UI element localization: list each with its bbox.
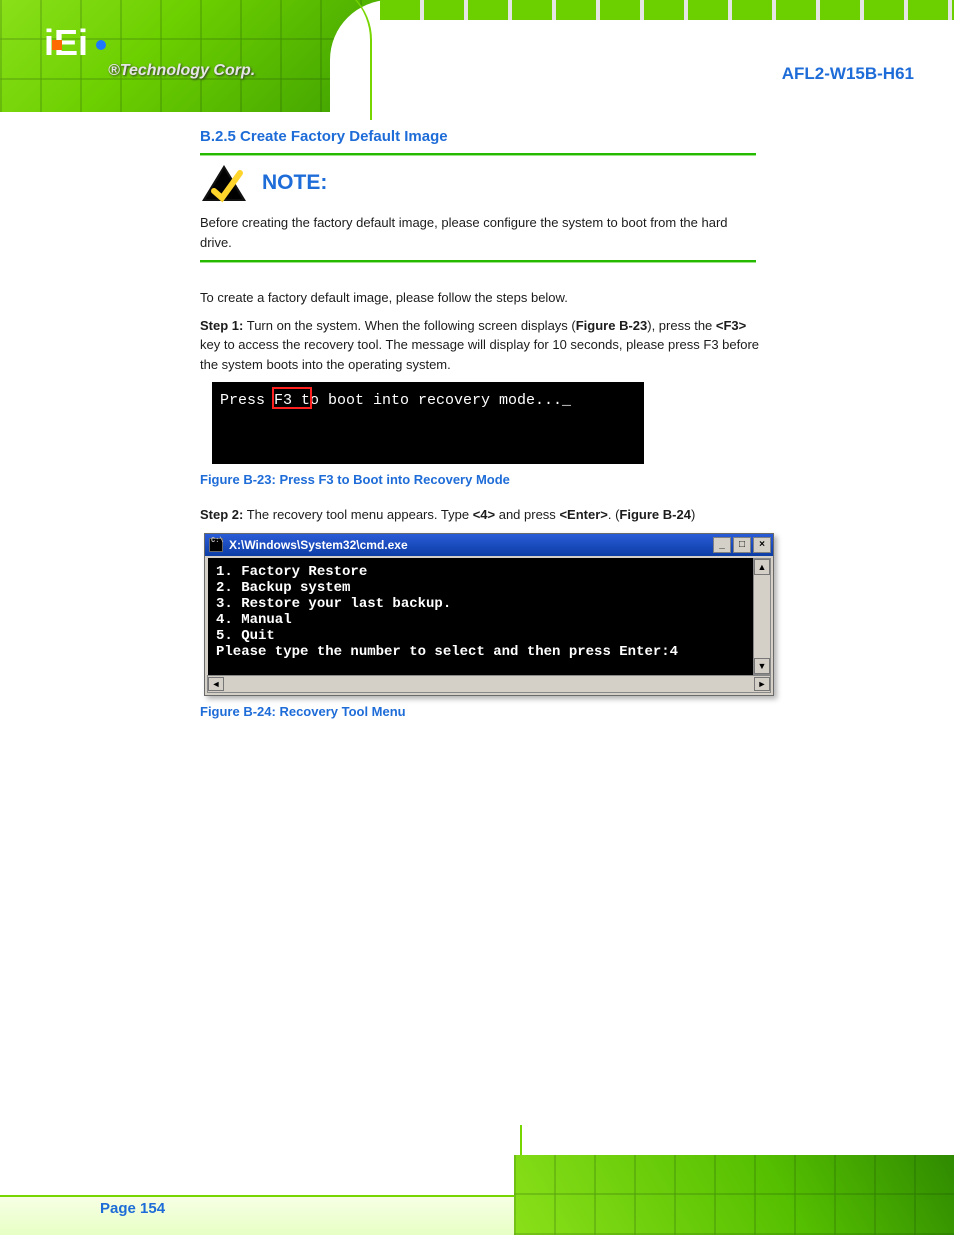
page-content: B.2.5 Create Factory Default Image NOTE:… (200, 120, 760, 737)
cmd-line: 3. Restore your last backup. (216, 596, 762, 612)
step-2: Step 2: The recovery tool menu appears. … (200, 505, 760, 525)
step-2-text-d: ) (691, 507, 695, 522)
step-2-key-enter: <Enter> (559, 507, 607, 522)
scroll-left-icon[interactable]: ◄ (208, 677, 224, 691)
circuit-pattern (514, 1155, 954, 1235)
logo-text: iEi (44, 22, 88, 63)
step-1-key-f3: <F3> (716, 318, 746, 333)
product-name: AFL2-W15B-H61 (782, 64, 914, 84)
step-1: Step 1: Turn on the system. When the fol… (200, 316, 760, 375)
scroll-down-icon[interactable]: ▼ (754, 658, 770, 674)
cmd-line: 1. Factory Restore (216, 564, 762, 580)
note-icon (200, 163, 248, 203)
cmd-line: 4. Manual (216, 612, 762, 628)
cmd-window-title: X:\Windows\System32\cmd.exe (229, 538, 408, 552)
scroll-right-icon[interactable]: ► (754, 677, 770, 691)
window-maximize-button[interactable]: □ (733, 537, 751, 553)
note-label: NOTE: (262, 163, 327, 203)
logo-dot-blue (96, 40, 106, 50)
cmd-line: 5. Quit (216, 628, 762, 644)
page-number: Page 154 (100, 1200, 165, 1217)
vertical-scrollbar[interactable]: ▲ ▼ (753, 558, 771, 675)
brand-logo: iEi (44, 22, 88, 64)
divider-top (200, 153, 756, 155)
intro-text: To create a factory default image, pleas… (200, 288, 760, 308)
brand-tagline: ®Technology Corp. (108, 62, 255, 80)
cmd-window: X:\Windows\System32\cmd.exe _ □ × 1. Fac… (204, 533, 774, 696)
step-1-text-c: key to access the recovery tool. The mes… (200, 337, 759, 372)
horizontal-scrollbar[interactable]: ◄ ► (207, 675, 771, 693)
footer-stripe (0, 1195, 540, 1235)
step-2-key-4: <4> (473, 507, 495, 522)
step-1-text-a: Turn on the system. When the following s… (247, 318, 576, 333)
step-2-text-b: and press (495, 507, 559, 522)
cmd-icon (209, 538, 223, 552)
header-stripe (380, 0, 954, 20)
step-1-figref: Figure B-23 (576, 318, 648, 333)
figure-23-caption: Figure B-23: Press F3 to Boot into Recov… (200, 472, 760, 487)
step-2-prefix: Step 2: (200, 507, 243, 522)
note-text: Before creating the factory default imag… (200, 213, 760, 252)
divider-bottom (200, 260, 756, 262)
figure-24-caption: Figure B-24: Recovery Tool Menu (200, 704, 760, 719)
cmd-window-titlebar[interactable]: X:\Windows\System32\cmd.exe _ □ × (205, 534, 773, 556)
note-block: NOTE: (200, 163, 760, 203)
step-2-text-a: The recovery tool menu appears. Type (247, 507, 473, 522)
window-close-button[interactable]: × (753, 537, 771, 553)
scroll-up-icon[interactable]: ▲ (754, 559, 770, 575)
step-1-prefix: Step 1: (200, 318, 243, 333)
page-header: iEi ®Technology Corp. AFL2-W15B-H61 (0, 0, 954, 112)
footer-green-panel (514, 1155, 954, 1235)
section-heading: B.2.5 Create Factory Default Image (200, 128, 760, 145)
page-footer: Page 154 (0, 1125, 954, 1235)
step-2-figref: Figure B-24 (619, 507, 691, 522)
step-2-text-c: . ( (608, 507, 620, 522)
logo-dot-orange (52, 40, 62, 50)
cmd-line: Please type the number to select and the… (216, 644, 762, 660)
f3-highlight-box (272, 387, 312, 409)
terminal-boot-prompt: Press F3 to boot into recovery mode..._ (212, 382, 644, 464)
cmd-line: 2. Backup system (216, 580, 762, 596)
window-minimize-button[interactable]: _ (713, 537, 731, 553)
step-1-text-b: ), press the (647, 318, 716, 333)
